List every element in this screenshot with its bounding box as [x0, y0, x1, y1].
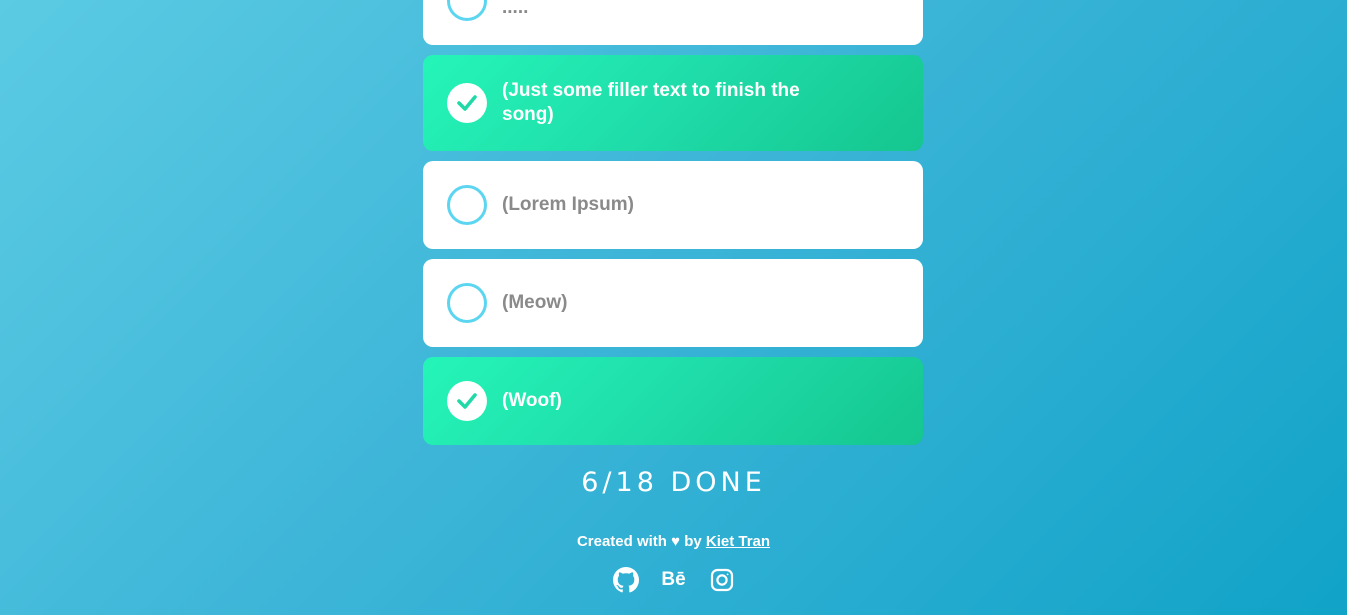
credit-line: Created with ♥ by Kiet Tran: [0, 533, 1347, 550]
checkbox-circle[interactable]: [447, 283, 487, 323]
check-icon: [457, 95, 477, 111]
instagram-icon[interactable]: [709, 566, 735, 594]
todo-label: .....: [502, 0, 529, 18]
checkbox-circle[interactable]: [447, 0, 487, 21]
todo-item[interactable]: (Just some filler text to finish the son…: [423, 55, 923, 151]
author-link[interactable]: Kiet Tran: [706, 533, 770, 550]
checkbox-circle[interactable]: [447, 185, 487, 225]
todo-label: (Woof): [502, 390, 562, 411]
todo-label: (Meow): [502, 292, 568, 313]
credit-prefix: Created with ♥ by: [576, 533, 702, 550]
todo-item[interactable]: (Woof): [423, 357, 923, 445]
github-icon[interactable]: [612, 566, 639, 594]
progress-counter: 6/18 DONE: [581, 467, 766, 498]
todo-item[interactable]: (Lorem Ipsum): [423, 161, 923, 249]
todo-item[interactable]: .....: [423, 0, 923, 45]
behance-icon[interactable]: Bē: [661, 566, 687, 594]
social-links: Bē: [0, 566, 1347, 594]
todo-label: (Lorem Ipsum): [502, 194, 634, 215]
check-icon: [457, 393, 477, 409]
todo-item[interactable]: (Meow): [423, 259, 923, 347]
checkbox-checked[interactable]: [447, 381, 487, 421]
todo-label: (Just some filler text to finish the son…: [502, 80, 800, 125]
checkbox-checked[interactable]: [447, 83, 487, 123]
